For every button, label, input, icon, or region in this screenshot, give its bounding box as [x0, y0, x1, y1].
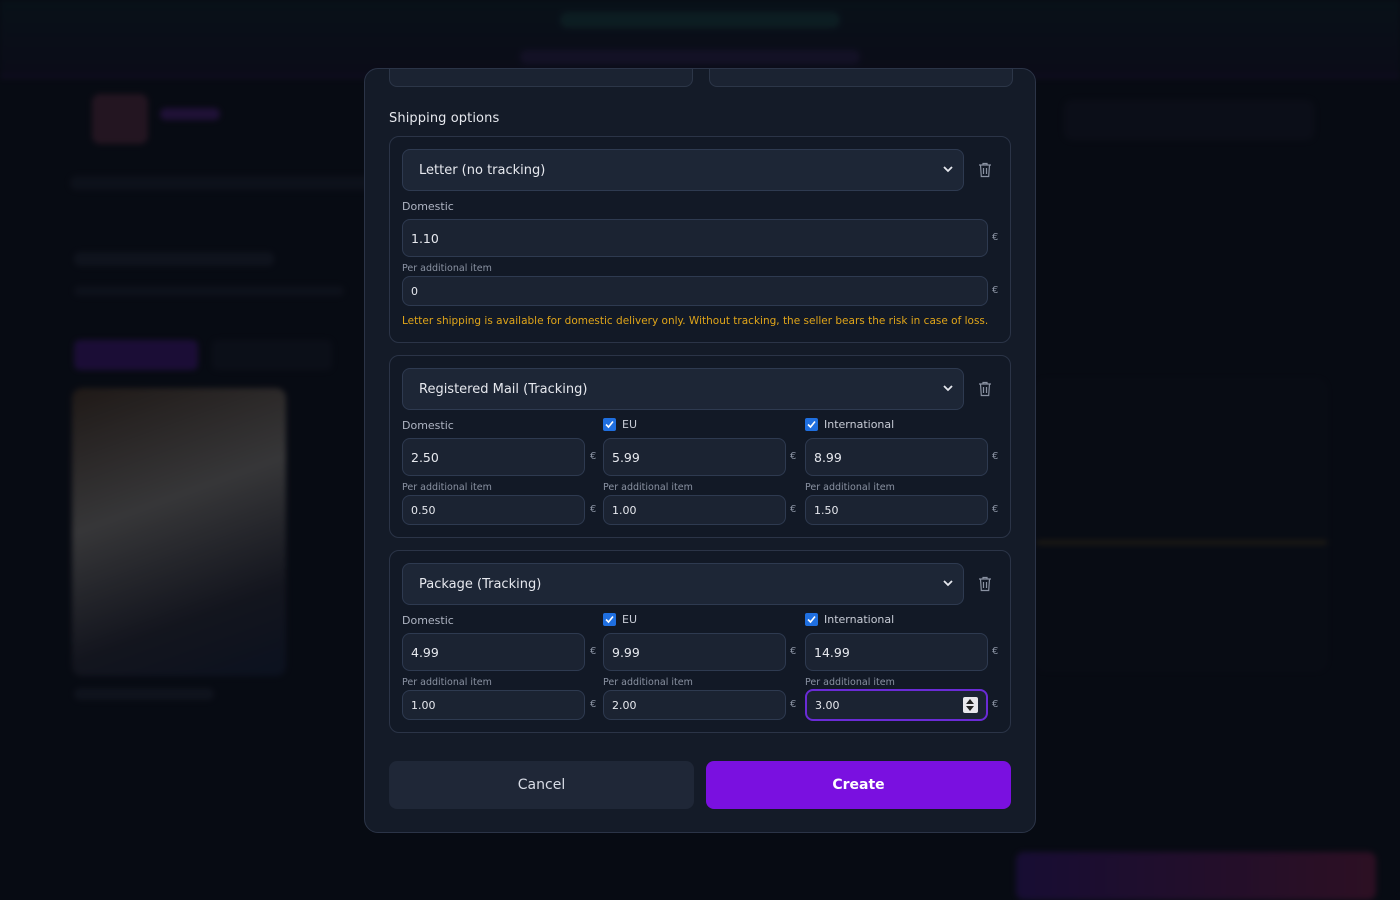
- per-item-label: Per additional item: [805, 677, 895, 688]
- international-checkbox[interactable]: [805, 418, 818, 431]
- domestic-per-item-input[interactable]: 0: [402, 276, 988, 306]
- trash-icon[interactable]: [978, 576, 992, 592]
- domestic-price-input[interactable]: 4.99: [402, 633, 585, 671]
- shipping-method-select[interactable]: Letter (no tracking): [402, 149, 964, 191]
- eu-toggle: EU: [603, 613, 637, 626]
- domestic-per-item-input[interactable]: 1.00: [402, 690, 585, 720]
- per-item-label: Per additional item: [402, 482, 492, 493]
- cancel-button[interactable]: Cancel: [389, 761, 694, 809]
- chevron-down-icon: [943, 580, 953, 587]
- domestic-label: Domestic: [402, 200, 454, 213]
- per-item-label: Per additional item: [402, 677, 492, 688]
- eu-per-item-input[interactable]: 1.00: [603, 495, 786, 525]
- currency-symbol: €: [992, 504, 999, 515]
- trash-icon[interactable]: [978, 162, 992, 178]
- chevron-down-icon: [943, 385, 953, 392]
- currency-symbol: €: [790, 504, 797, 515]
- domestic-label: Domestic: [402, 419, 454, 432]
- per-item-label: Per additional item: [603, 482, 693, 493]
- create-button[interactable]: Create: [706, 761, 1011, 809]
- check-icon: [807, 615, 816, 624]
- currency-symbol: €: [590, 699, 597, 710]
- shipping-option-registered-mail: Registered Mail (Tracking) Domestic EU I…: [389, 355, 1011, 538]
- currency-symbol: €: [590, 646, 597, 657]
- chevron-down-icon: [943, 166, 953, 173]
- shipping-option-package: Package (Tracking) Domestic EU Internati…: [389, 550, 1011, 733]
- eu-price-input[interactable]: 9.99: [603, 633, 786, 671]
- check-icon: [605, 615, 614, 624]
- currency-symbol: €: [790, 451, 797, 462]
- currency-symbol: €: [992, 699, 999, 710]
- shipping-options-title: Shipping options: [389, 111, 500, 126]
- eu-toggle: EU: [603, 418, 637, 431]
- domestic-price-input[interactable]: 1.10: [402, 219, 988, 257]
- cropped-input-left[interactable]: [389, 69, 693, 87]
- currency-symbol: €: [992, 451, 999, 462]
- per-item-label: Per additional item: [805, 482, 895, 493]
- international-price-input[interactable]: 14.99: [805, 633, 988, 671]
- eu-checkbox[interactable]: [603, 613, 616, 626]
- international-per-item-input[interactable]: 1.50: [805, 495, 988, 525]
- trash-icon[interactable]: [978, 381, 992, 397]
- international-toggle: International: [805, 613, 894, 626]
- eu-checkbox[interactable]: [603, 418, 616, 431]
- create-listing-modal: Shipping options Letter (no tracking) Do…: [364, 68, 1036, 833]
- international-checkbox[interactable]: [805, 613, 818, 626]
- shipping-method-select[interactable]: Package (Tracking): [402, 563, 964, 605]
- currency-symbol: €: [790, 646, 797, 657]
- currency-symbol: €: [992, 285, 999, 296]
- per-item-label: Per additional item: [402, 263, 492, 274]
- international-per-item-input[interactable]: 3.00: [805, 689, 988, 721]
- currency-symbol: €: [590, 451, 597, 462]
- international-price-input[interactable]: 8.99: [805, 438, 988, 476]
- eu-per-item-input[interactable]: 2.00: [603, 690, 786, 720]
- domestic-price-input[interactable]: 2.50: [402, 438, 585, 476]
- currency-symbol: €: [590, 504, 597, 515]
- number-stepper[interactable]: [963, 697, 978, 713]
- currency-symbol: €: [790, 699, 797, 710]
- currency-symbol: €: [992, 232, 999, 243]
- international-toggle: International: [805, 418, 894, 431]
- eu-price-input[interactable]: 5.99: [603, 438, 786, 476]
- check-icon: [807, 420, 816, 429]
- domestic-per-item-input[interactable]: 0.50: [402, 495, 585, 525]
- shipping-option-letter: Letter (no tracking) Domestic 1.10 € Per…: [389, 136, 1011, 343]
- per-item-label: Per additional item: [603, 677, 693, 688]
- cropped-input-right[interactable]: [709, 69, 1013, 87]
- domestic-label: Domestic: [402, 614, 454, 627]
- shipping-method-select[interactable]: Registered Mail (Tracking): [402, 368, 964, 410]
- currency-symbol: €: [992, 646, 999, 657]
- letter-warning-text: Letter shipping is available for domesti…: [402, 315, 989, 327]
- check-icon: [605, 420, 614, 429]
